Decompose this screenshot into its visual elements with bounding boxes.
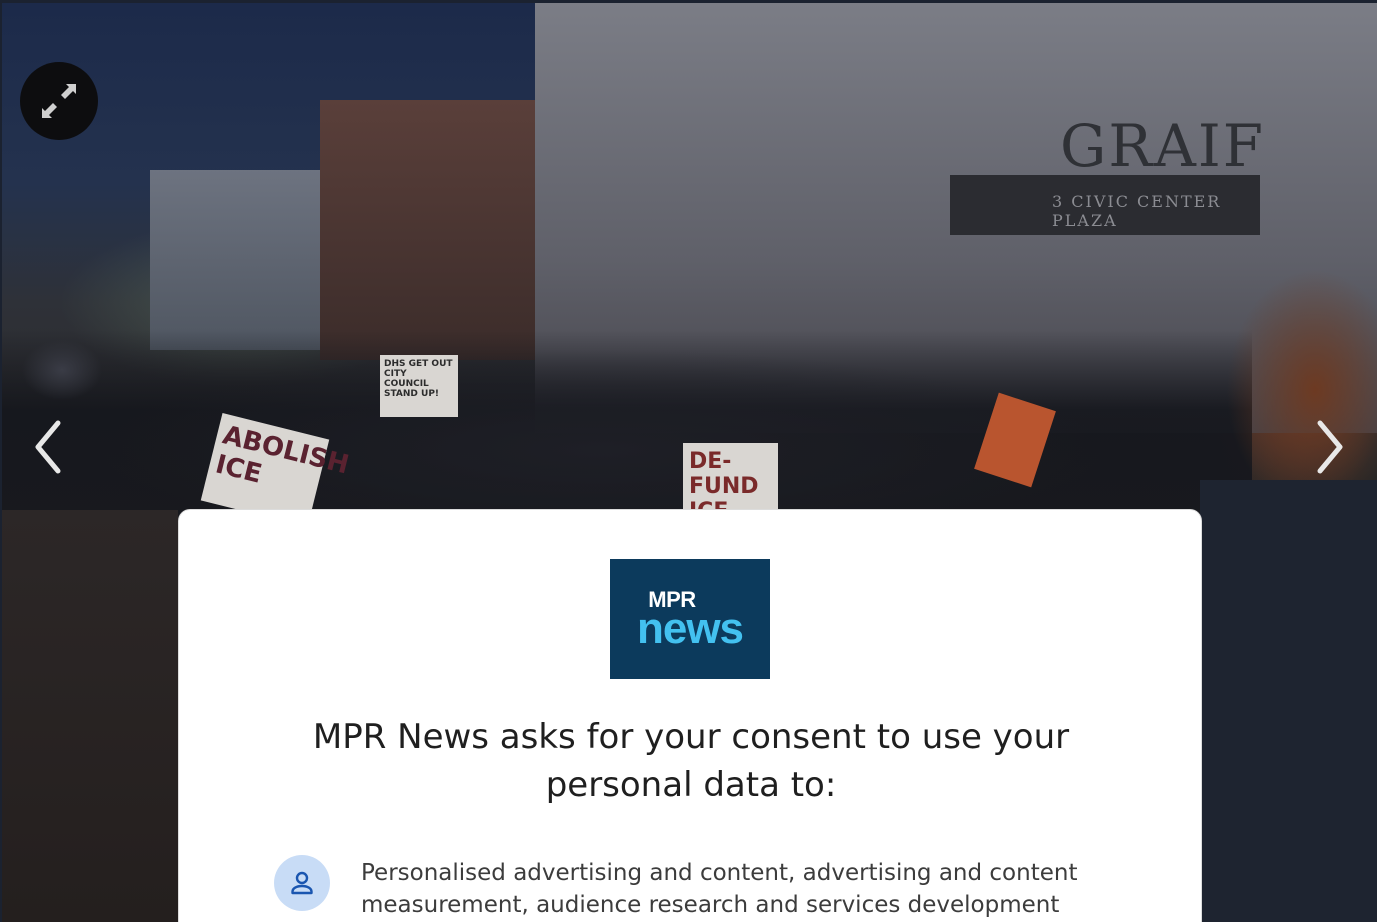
chevron-right-icon	[1317, 420, 1343, 474]
photo-building-address: 3 CIVIC CENTER PLAZA	[1052, 192, 1222, 230]
page-viewport: GRAIF 3 CIVIC CENTER PLAZA DHS GET OUT C…	[0, 0, 1377, 922]
photo-building-sign: GRAIF	[1060, 112, 1266, 180]
chevron-left-icon	[35, 420, 61, 474]
next-slide-button[interactable]	[1308, 415, 1352, 479]
photo-protest-sign-council: DHS GET OUT CITY COUNCIL STAND UP!	[380, 355, 458, 417]
photo-event-center-building	[150, 170, 335, 350]
photo-speaker-body	[1200, 480, 1377, 922]
person-icon	[291, 871, 313, 895]
purpose-text: Personalised advertising and content, ad…	[361, 860, 1078, 918]
expand-arrows-icon	[42, 84, 76, 118]
previous-slide-button[interactable]	[26, 415, 70, 479]
consent-title: MPR News asks for your consent to use yo…	[312, 717, 1070, 805]
photo-sidewalk	[2, 510, 178, 922]
photo-brick-building	[320, 100, 540, 360]
photo-protest-sign-defund: DE-FUND ICE	[683, 443, 778, 524]
photo-crowd	[2, 330, 1252, 530]
consent-dialog: MPR news MPR News asks for your consent …	[178, 509, 1202, 922]
person-icon-badge	[274, 855, 330, 911]
logo-text-news: news	[636, 604, 744, 653]
mpr-news-logo: MPR news	[610, 559, 770, 679]
expand-button[interactable]	[20, 62, 98, 140]
